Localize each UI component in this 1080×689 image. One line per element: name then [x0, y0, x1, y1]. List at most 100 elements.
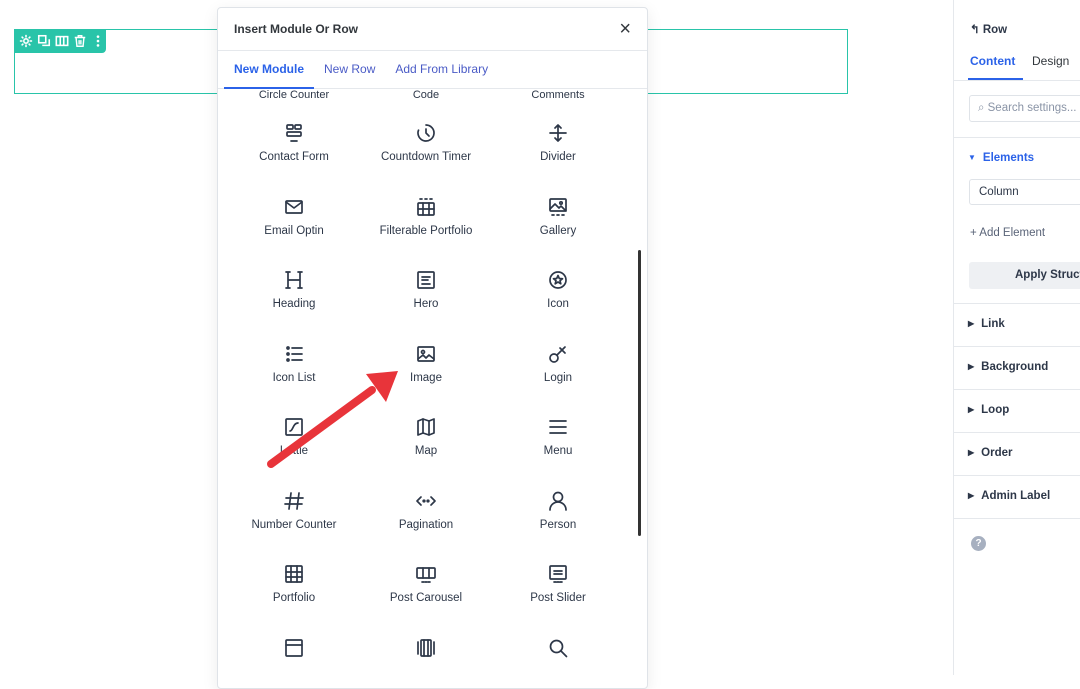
section-admin-label[interactable]: ▶ Admin Label	[968, 490, 1050, 502]
post-carousel-icon	[415, 563, 437, 585]
module-label: Map	[414, 445, 438, 457]
triangle-right-icon: ▶	[968, 448, 975, 457]
tab-add-from-library[interactable]: Add From Library	[385, 62, 498, 88]
module-label: Icon List	[272, 371, 316, 384]
section-label: Admin Label	[981, 490, 1051, 502]
module-label: Hero	[413, 298, 439, 310]
pagination-icon	[415, 490, 437, 512]
module-item[interactable]: Menu	[492, 396, 624, 470]
module-item[interactable]: Heading	[228, 249, 360, 323]
more-icon[interactable]	[90, 32, 106, 50]
icon-list-icon	[283, 343, 305, 365]
module-label: Portfolio	[272, 592, 316, 604]
divider	[954, 432, 1080, 433]
triangle-right-icon: ▶	[968, 319, 975, 328]
close-icon[interactable]: ×	[619, 19, 631, 39]
menu-icon	[547, 416, 569, 438]
tab-new-module[interactable]: New Module	[224, 62, 315, 89]
module-item[interactable]: Login	[492, 323, 624, 397]
lottie-icon	[283, 416, 305, 438]
module-item[interactable]: Post Carousel	[360, 543, 492, 617]
module-item[interactable]: Hero	[360, 249, 492, 323]
module-item[interactable]: Filterable Portfolio	[360, 176, 492, 250]
module-label: Lottie	[279, 445, 309, 457]
modal-scrollbar[interactable]	[638, 250, 641, 536]
portfolio-icon	[283, 563, 305, 585]
module-label: Image	[410, 371, 442, 384]
image-icon	[415, 343, 437, 365]
section-order[interactable]: ▶ Order	[968, 447, 1012, 459]
module-label: Contact Form	[259, 151, 329, 163]
module-item[interactable]	[228, 617, 360, 689]
partial-module-row: Circle Counter Code Comments	[228, 88, 628, 102]
settings-panel: ↰ Row Content Design ⌕ Search settings..…	[953, 0, 1080, 675]
module-item[interactable]: Email Optin	[228, 176, 360, 250]
add-element-button[interactable]: + Add Element	[970, 227, 1045, 239]
section-link[interactable]: ▶ Link	[968, 318, 1005, 330]
module-row: Icon List Image Login	[228, 323, 628, 397]
module-item[interactable]: Post Slider	[492, 543, 624, 617]
trash-icon[interactable]	[72, 32, 88, 50]
module-item[interactable]: Icon	[492, 249, 624, 323]
columns-icon[interactable]	[54, 32, 70, 50]
post-title-icon	[283, 637, 305, 659]
tab-content[interactable]: Content	[970, 54, 1015, 68]
module-item[interactable]: Portfolio	[228, 543, 360, 617]
module-label[interactable]: Comments	[492, 88, 624, 102]
triangle-right-icon: ▶	[968, 405, 975, 414]
module-item[interactable]: Number Counter	[228, 470, 360, 544]
module-item[interactable]	[360, 617, 492, 689]
countdown-timer-icon	[415, 122, 437, 144]
modal-header: Insert Module Or Row ×	[218, 8, 647, 51]
section-label: Background	[981, 361, 1049, 373]
panel-tabs: Content Design	[954, 50, 1080, 81]
help-icon[interactable]: ?	[971, 536, 986, 551]
module-label: Pagination	[398, 518, 454, 531]
module-item[interactable]: Pagination	[360, 470, 492, 544]
module-item[interactable]: Gallery	[492, 176, 624, 250]
module-item[interactable]: Icon List	[228, 323, 360, 397]
key-icon	[547, 343, 569, 365]
module-label[interactable]: Code	[360, 88, 492, 102]
section-loop[interactable]: ▶ Loop	[968, 404, 1009, 416]
divider	[954, 475, 1080, 476]
module-label: Menu	[543, 445, 573, 457]
apply-structure-button[interactable]: Apply Structure	[969, 262, 1080, 289]
search-settings-input[interactable]: ⌕ Search settings...	[969, 95, 1080, 122]
pricing-icon	[415, 637, 437, 659]
filterable-portfolio-icon	[415, 196, 437, 218]
module-item[interactable]: Countdown Timer	[360, 102, 492, 176]
tab-design[interactable]: Design	[1032, 54, 1069, 68]
module-item[interactable]: Person	[492, 470, 624, 544]
module-item[interactable]: Map	[360, 396, 492, 470]
contact-form-icon	[283, 122, 305, 144]
insert-module-modal: Insert Module Or Row × New Module New Ro…	[217, 7, 648, 689]
module-label[interactable]: Circle Counter	[228, 88, 360, 102]
tab-new-row[interactable]: New Row	[314, 62, 385, 88]
module-label: Filterable Portfolio	[379, 224, 473, 237]
divider	[954, 518, 1080, 519]
section-background[interactable]: ▶ Background	[968, 361, 1048, 373]
star-icon	[547, 269, 569, 291]
module-item[interactable]: Image	[360, 323, 492, 397]
duplicate-icon[interactable]	[36, 32, 52, 50]
section-elements[interactable]: ▼ Elements	[968, 152, 1034, 164]
module-row: Heading Hero Icon	[228, 249, 628, 323]
module-label: Icon	[547, 298, 569, 310]
module-item[interactable]	[492, 617, 624, 689]
module-list[interactable]: Circle Counter Code Comments Contact For…	[218, 88, 647, 688]
divider	[954, 137, 1080, 138]
module-item[interactable]: Lottie	[228, 396, 360, 470]
modal-tabs: New Module New Row Add From Library	[218, 51, 647, 89]
element-select[interactable]: Column	[969, 179, 1080, 205]
divider	[954, 346, 1080, 347]
module-label: Gallery	[539, 224, 577, 237]
gear-icon[interactable]	[18, 32, 34, 50]
module-item[interactable]: Contact Form	[228, 102, 360, 176]
person-icon	[547, 490, 569, 512]
module-label: Post Carousel	[389, 592, 463, 604]
module-row	[228, 617, 628, 689]
modal-title: Insert Module Or Row	[234, 22, 359, 36]
module-item[interactable]: Divider	[492, 102, 624, 176]
breadcrumb[interactable]: ↰ Row	[970, 22, 1007, 36]
